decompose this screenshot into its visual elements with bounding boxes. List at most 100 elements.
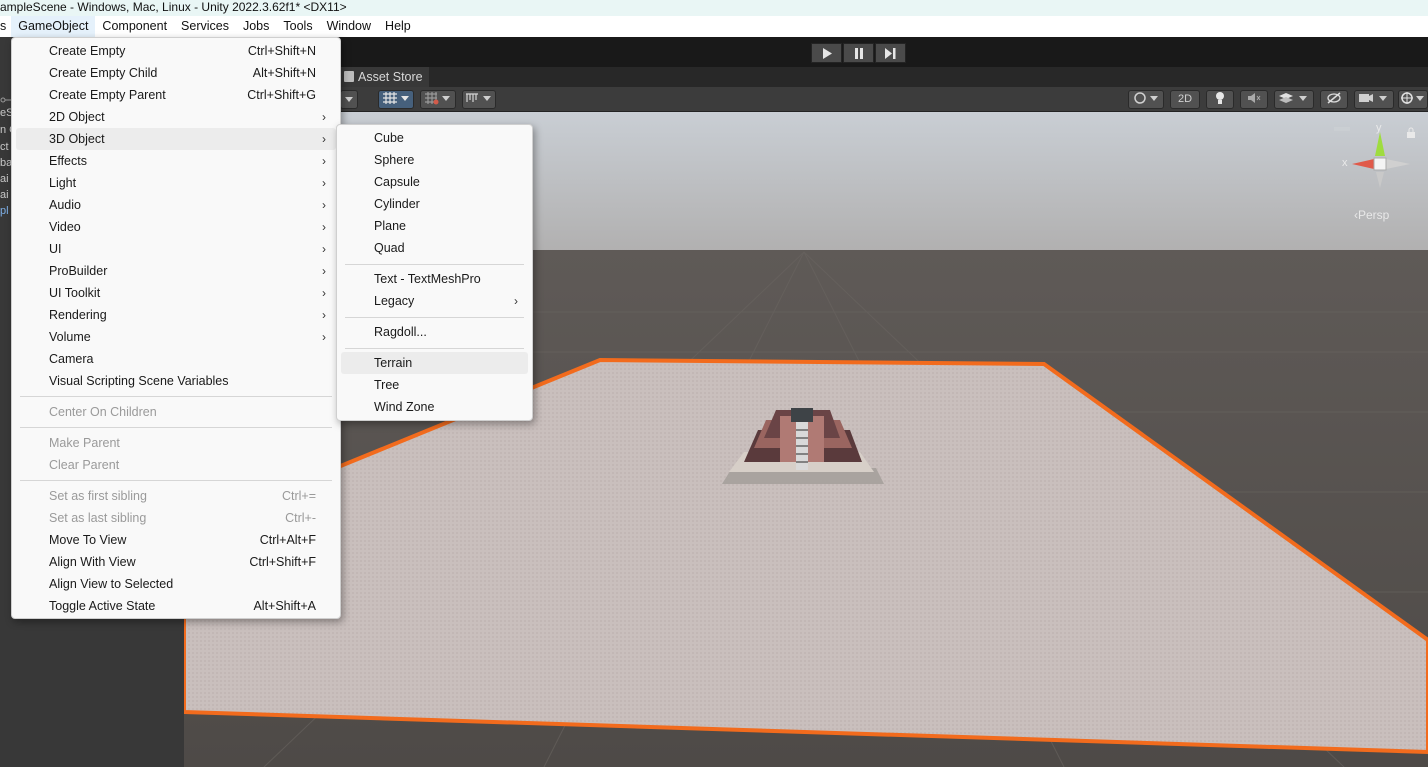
menu-item-rendering[interactable]: Rendering › bbox=[16, 304, 336, 326]
menu-item-move-to-view[interactable]: Move To View Ctrl+Alt+F bbox=[16, 529, 336, 551]
menu-item-audio[interactable]: Audio › bbox=[16, 194, 336, 216]
menu-item-capsule[interactable]: Capsule bbox=[341, 171, 528, 193]
chevron-right-icon: › bbox=[322, 132, 326, 146]
menu-item-center-on-children[interactable]: Center On Children bbox=[16, 401, 336, 423]
menu-item-set-first-sibling[interactable]: Set as first sibling Ctrl+= bbox=[16, 485, 336, 507]
menu-item-clear-parent[interactable]: Clear Parent bbox=[16, 454, 336, 476]
audio-mute-icon bbox=[1248, 93, 1261, 103]
menu-bar: s GameObject Component Services Jobs Too… bbox=[0, 16, 1428, 37]
menu-item-ui[interactable]: UI › bbox=[16, 238, 336, 260]
hierarchy-item[interactable]: pl bbox=[0, 205, 9, 217]
menu-item-cube[interactable]: Cube bbox=[341, 127, 528, 149]
menu-item-probuilder[interactable]: ProBuilder › bbox=[16, 260, 336, 282]
menu-item-camera[interactable]: Camera bbox=[16, 348, 336, 370]
menu-item-tree[interactable]: Tree bbox=[341, 374, 528, 396]
persp-label[interactable]: ‹Persp bbox=[1354, 208, 1389, 222]
menu-item-terrain[interactable]: Terrain bbox=[341, 352, 528, 374]
menu-item-text-textmeshpro[interactable]: Text - TextMeshPro bbox=[341, 268, 528, 290]
menu-item-create-empty[interactable]: Create Empty Ctrl+Shift+N bbox=[16, 40, 336, 62]
shading-mode[interactable] bbox=[1128, 90, 1164, 109]
dropdown-button[interactable] bbox=[340, 90, 358, 109]
effects-toggle[interactable] bbox=[1274, 90, 1314, 109]
camera-settings[interactable] bbox=[1354, 90, 1394, 109]
menu-item-light[interactable]: Light › bbox=[16, 172, 336, 194]
layers-icon bbox=[1279, 93, 1307, 103]
chevron-right-icon: › bbox=[322, 264, 326, 278]
grid-icon bbox=[425, 92, 450, 105]
window-title: ampleScene - Windows, Mac, Linux - Unity… bbox=[0, 0, 1428, 16]
chevron-right-icon: › bbox=[322, 308, 326, 322]
chevron-right-icon: › bbox=[322, 220, 326, 234]
menu-separator bbox=[20, 396, 332, 397]
menu-item-3d-object[interactable]: 3D Object › bbox=[16, 128, 336, 150]
menu-item-quad[interactable]: Quad bbox=[341, 237, 528, 259]
lighting-toggle[interactable] bbox=[1206, 90, 1234, 109]
menu-item-ui-toolkit[interactable]: UI Toolkit › bbox=[16, 282, 336, 304]
tab-asset-store[interactable]: Asset Store bbox=[340, 67, 429, 87]
chevron-right-icon: › bbox=[322, 330, 326, 344]
menu-tools[interactable]: Tools bbox=[276, 16, 319, 37]
menu-item-video[interactable]: Video › bbox=[16, 216, 336, 238]
hierarchy-item[interactable]: ct bbox=[0, 141, 9, 153]
menu-item-make-parent[interactable]: Make Parent bbox=[16, 432, 336, 454]
menu-jobs[interactable]: Jobs bbox=[236, 16, 276, 37]
pivot-toggle[interactable] bbox=[378, 90, 414, 109]
menu-item-set-last-sibling[interactable]: Set as last sibling Ctrl+- bbox=[16, 507, 336, 529]
menu-services[interactable]: Services bbox=[174, 16, 236, 37]
audio-toggle[interactable] bbox=[1240, 90, 1268, 109]
menu-separator bbox=[345, 264, 524, 265]
3d-object-submenu: Cube Sphere Capsule Cylinder Plane Quad … bbox=[336, 124, 533, 421]
lightbulb-icon bbox=[1216, 92, 1224, 104]
chevron-right-icon: › bbox=[322, 176, 326, 190]
step-icon bbox=[885, 48, 896, 59]
menu-component[interactable]: Component bbox=[95, 16, 174, 37]
grid-toggle[interactable] bbox=[420, 90, 456, 109]
increment-snap[interactable] bbox=[462, 90, 496, 109]
menu-item-create-empty-child[interactable]: Create Empty Child Alt+Shift+N bbox=[16, 62, 336, 84]
menu-item-legacy[interactable]: Legacy › bbox=[341, 290, 528, 312]
chevron-right-icon: › bbox=[322, 154, 326, 168]
camera-icon bbox=[1359, 94, 1387, 102]
menu-item-align-with-view[interactable]: Align With View Ctrl+Shift+F bbox=[16, 551, 336, 573]
axis-x-label: x bbox=[1342, 157, 1348, 169]
chevron-right-icon: › bbox=[322, 242, 326, 256]
pause-icon bbox=[854, 48, 863, 59]
menu-separator bbox=[20, 480, 332, 481]
menu-help[interactable]: Help bbox=[378, 16, 418, 37]
sphere-icon bbox=[1134, 92, 1158, 104]
menu-item-align-view-to-selected[interactable]: Align View to Selected bbox=[16, 573, 336, 595]
menu-item-ragdoll[interactable]: Ragdoll... bbox=[341, 321, 528, 343]
menu-gameobject[interactable]: GameObject bbox=[11, 16, 96, 37]
menu-item-sphere[interactable]: Sphere bbox=[341, 149, 528, 171]
toggle-2d[interactable]: 2D bbox=[1170, 90, 1200, 109]
hierarchy-item[interactable]: ai bbox=[0, 189, 9, 201]
menu-item-cylinder[interactable]: Cylinder bbox=[341, 193, 528, 215]
chevron-right-icon: › bbox=[322, 198, 326, 212]
menu-edit[interactable]: s bbox=[0, 16, 11, 37]
menu-item-plane[interactable]: Plane bbox=[341, 215, 528, 237]
pause-button[interactable] bbox=[843, 43, 874, 63]
play-button[interactable] bbox=[811, 43, 842, 63]
menu-item-visual-scripting-scene-variables[interactable]: Visual Scripting Scene Variables bbox=[16, 370, 336, 392]
step-button[interactable] bbox=[875, 43, 906, 63]
menu-window[interactable]: Window bbox=[320, 16, 378, 37]
eye-slash-icon bbox=[1327, 92, 1341, 104]
menu-separator bbox=[345, 317, 524, 318]
menu-item-create-empty-parent[interactable]: Create Empty Parent Ctrl+Shift+G bbox=[16, 84, 336, 106]
ruler-icon bbox=[466, 93, 491, 102]
orientation-gizmo[interactable] bbox=[1340, 122, 1420, 202]
hierarchy-item[interactable]: ai bbox=[0, 173, 9, 185]
chevron-down-icon bbox=[345, 97, 353, 102]
menu-item-2d-object[interactable]: 2D Object › bbox=[16, 106, 336, 128]
axis-y-label: y bbox=[1376, 122, 1382, 134]
gizmos-toggle[interactable] bbox=[1398, 90, 1428, 109]
grid-snap-icon bbox=[383, 92, 409, 104]
menu-item-wind-zone[interactable]: Wind Zone bbox=[341, 396, 528, 418]
menu-item-effects[interactable]: Effects › bbox=[16, 150, 336, 172]
menu-item-volume[interactable]: Volume › bbox=[16, 326, 336, 348]
menu-item-toggle-active-state[interactable]: Toggle Active State Alt+Shift+A bbox=[16, 595, 336, 617]
menu-separator bbox=[345, 348, 524, 349]
play-icon bbox=[822, 48, 832, 59]
chevron-right-icon: › bbox=[322, 286, 326, 300]
hidden-objects-toggle[interactable] bbox=[1320, 90, 1348, 109]
